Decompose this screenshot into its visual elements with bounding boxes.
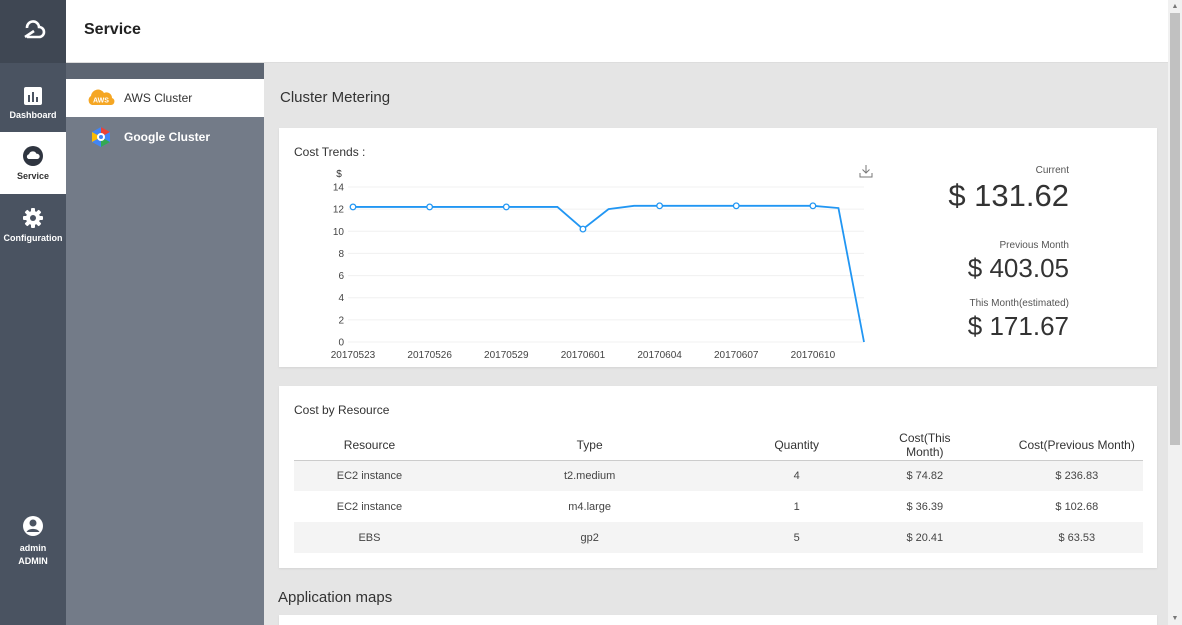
rail-item-dashboard[interactable]: Dashboard (0, 72, 66, 134)
column-header[interactable]: Quantity (734, 431, 820, 461)
data-point (656, 202, 664, 210)
rail-item-label: Service (16, 171, 50, 181)
table-cell: gp2 (444, 522, 735, 553)
column-header[interactable]: Cost(Previous Month) (970, 431, 1143, 461)
table-cell: $ 102.68 (1055, 500, 1099, 513)
y-tick-label: 6 (338, 271, 344, 282)
column-header[interactable]: Cost(This Month) (819, 431, 971, 461)
y-tick-label: 0 (338, 338, 344, 349)
scroll-up-icon[interactable]: ▲ (1168, 0, 1182, 13)
page-scrollbar[interactable]: ▲ ▼ (1168, 0, 1182, 625)
table-cell: EBS (294, 522, 445, 553)
series-line (353, 204, 865, 343)
metric-label: This Month(estimated) (969, 298, 1069, 309)
metric-label: Previous Month (999, 240, 1069, 251)
data-point (426, 203, 434, 211)
cost-trends-label: Cost Trends : (294, 145, 366, 159)
x-tick-label: 20170610 (791, 350, 836, 361)
table-cell: 4 (734, 460, 820, 491)
x-tick-label: 20170526 (407, 350, 452, 361)
table-cell: EC2 instance (294, 460, 445, 491)
gear-icon (23, 208, 43, 228)
table-row[interactable]: EC2 instance t2.medium 4 $ 74.82 $ 236.8… (294, 460, 1143, 491)
y-tick-label: 10 (333, 227, 345, 238)
cost-trends-card: Cost Trends : $0 2 4 6 8 10 12 14 20170523 201705… (279, 128, 1157, 367)
y-tick-label: 14 (333, 183, 345, 194)
resource-table: Resource Type Quantity Cost(This Month) … (294, 431, 1143, 553)
table-row[interactable]: EBS gp2 5 $ 20.41 $ 63.53 (294, 522, 1143, 553)
table-cell: $ 74.82 (819, 460, 971, 491)
x-tick-label: 20170601 (561, 350, 606, 361)
x-tick-label: 20170529 (484, 350, 529, 361)
section-title-cluster-metering: Cluster Metering (280, 89, 391, 106)
logo-icon (24, 19, 46, 38)
y-tick-label: 12 (333, 205, 345, 216)
x-tick-label: 20170523 (331, 350, 376, 361)
sidebar-item-google-cluster[interactable]: Google Cluster (66, 118, 264, 156)
column-header[interactable]: Type (444, 431, 735, 461)
y-tick-label: 4 (338, 293, 344, 304)
data-point (349, 203, 357, 211)
rail-item-configuration[interactable]: Configuration (0, 194, 66, 256)
metric-this-month-estimated: This Month(estimated) $ 171.67 (968, 298, 1069, 342)
data-point (502, 203, 510, 211)
cost-by-resource-card: Cost by Resource Resource Type Quantity … (279, 386, 1157, 568)
cloud-icon (23, 146, 43, 166)
sidebar-strip (66, 63, 264, 79)
page-title: Service (84, 21, 141, 38)
user-name: admin (19, 543, 47, 553)
rail-item-label: Dashboard (9, 110, 57, 120)
x-tick-label: 20170607 (714, 350, 759, 361)
application-maps-card (279, 615, 1157, 625)
user-profile[interactable]: admin ADMIN (0, 515, 66, 568)
table-cell: t2.medium (444, 460, 735, 491)
table-cell: $ 20.41 (819, 522, 971, 553)
user-role: ADMIN (18, 556, 48, 566)
metric-previous-month: Previous Month $ 403.05 (968, 240, 1069, 284)
google-cloud-icon (86, 127, 116, 147)
scroll-down-icon[interactable]: ▼ (1168, 612, 1182, 625)
data-point (732, 202, 740, 210)
download-icon[interactable] (859, 164, 873, 178)
cluster-sidebar: AWS AWS Cluster Google Cluster (66, 63, 264, 625)
table-cell: 1 (793, 500, 800, 513)
table-cell: $ 236.83 (970, 460, 1143, 491)
table-row[interactable]: EC2 instance m4.large 1 $ 36.39 $ 102.68 (294, 491, 1143, 522)
metric-value: $ 403.05 (967, 253, 1069, 283)
y-tick-label: 2 (338, 315, 344, 326)
table-cell: 5 (734, 522, 820, 553)
table-cell: $ 63.53 (970, 522, 1143, 553)
metric-current: Current $ 131.62 (948, 165, 1069, 214)
y-axis-label: $ (336, 169, 342, 180)
rail-item-label: Configuration (3, 233, 63, 243)
table-header-row: Resource Type Quantity Cost(This Month) … (294, 431, 1143, 461)
aws-icon: AWS (86, 88, 116, 108)
metric-label: Current (1035, 165, 1069, 176)
table-cell: $ 36.39 (906, 500, 944, 513)
y-tick-label: 8 (338, 249, 344, 260)
cost-trend-chart: $0 2 4 6 8 10 12 14 20170523 20170526 20170529 2017… (331, 169, 865, 361)
sidebar-item-label: Google Cluster (124, 130, 211, 144)
top-header: Service (66, 0, 1168, 63)
bar-chart-icon (24, 87, 42, 105)
main-content: Cluster Metering Cost Trends : $0 2 4 6 8 10 1… (264, 63, 1168, 625)
sidebar-item-label: AWS Cluster (124, 91, 193, 105)
metric-value: $ 171.67 (967, 311, 1069, 341)
data-point (809, 202, 817, 210)
avatar-icon (23, 516, 43, 536)
sidebar-item-aws-cluster[interactable]: AWS AWS Cluster (66, 79, 264, 117)
x-tick-label: 20170604 (637, 350, 682, 361)
cost-by-resource-label: Cost by Resource (294, 403, 390, 417)
app-logo[interactable] (0, 0, 66, 63)
metric-value: $ 131.62 (948, 178, 1069, 213)
aws-icon-text: AWS (93, 98, 109, 105)
column-header[interactable]: Resource (294, 431, 445, 461)
data-point (579, 225, 587, 233)
nav-rail: Dashboard Service Configuration admin AD… (0, 0, 66, 625)
table-cell: m4.large (568, 500, 612, 513)
section-title-application-maps: Application maps (278, 589, 393, 606)
rail-item-service[interactable]: Service (0, 132, 66, 194)
scrollbar-thumb[interactable] (1170, 13, 1180, 445)
table-cell: EC2 instance (336, 500, 403, 513)
